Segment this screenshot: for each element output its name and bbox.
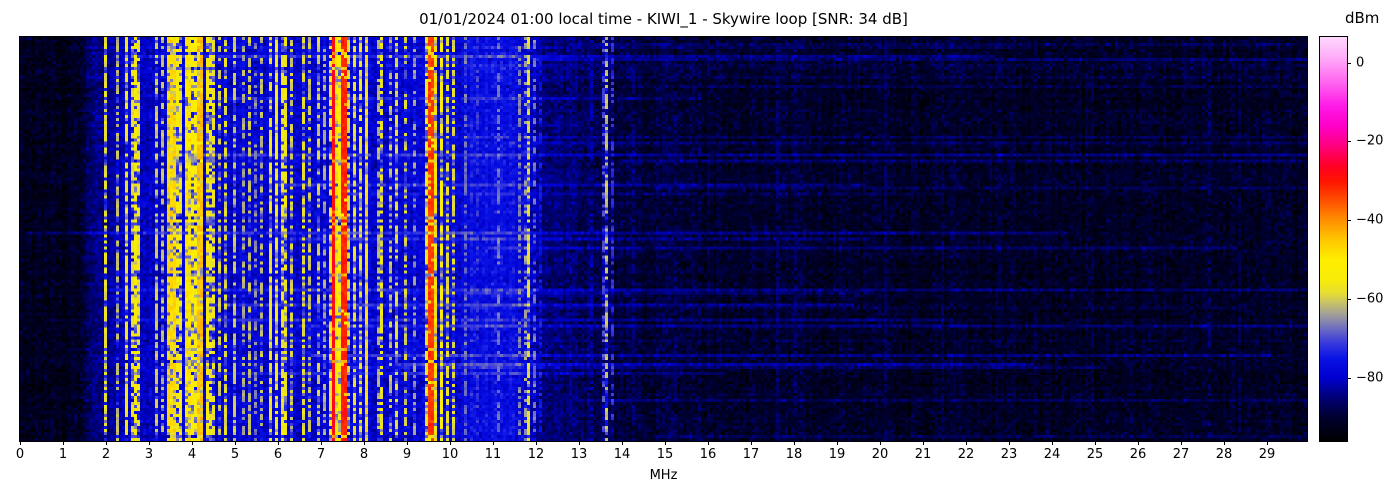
spectrogram-heatmap xyxy=(20,37,1307,441)
x-tick-mark xyxy=(966,441,967,445)
x-tick-label: 27 xyxy=(1173,447,1190,462)
x-tick-label: 7 xyxy=(317,447,325,462)
colorbar-tick-label: −20 xyxy=(1356,134,1383,149)
colorbar-unit-label: dBm xyxy=(1345,9,1379,27)
x-tick-mark xyxy=(20,441,21,445)
x-tick-mark xyxy=(1009,441,1010,445)
x-tick-label: 29 xyxy=(1259,447,1276,462)
x-tick-mark xyxy=(63,441,64,445)
chart-title: 01/01/2024 01:00 local time - KIWI_1 - S… xyxy=(20,9,1307,29)
x-tick-mark xyxy=(880,441,881,445)
x-tick-label: 21 xyxy=(915,447,932,462)
x-tick-label: 1 xyxy=(59,447,67,462)
x-tick-label: 20 xyxy=(872,447,889,462)
x-tick-label: 28 xyxy=(1216,447,1233,462)
x-tick-mark xyxy=(192,441,193,445)
x-tick-mark xyxy=(1224,441,1225,445)
x-tick-mark xyxy=(1181,441,1182,445)
x-tick-label: 0 xyxy=(16,447,24,462)
x-tick-label: 8 xyxy=(360,447,368,462)
x-tick-mark xyxy=(106,441,107,445)
x-tick-mark xyxy=(665,441,666,445)
colorbar-tick-label: −40 xyxy=(1356,213,1383,228)
x-tick-mark xyxy=(837,441,838,445)
x-tick-label: 22 xyxy=(958,447,975,462)
x-tick-label: 16 xyxy=(700,447,717,462)
x-tick-label: 14 xyxy=(614,447,631,462)
x-tick-mark xyxy=(364,441,365,445)
x-tick-label: 17 xyxy=(743,447,760,462)
x-tick-label: 11 xyxy=(485,447,502,462)
x-tick-mark xyxy=(1052,441,1053,445)
x-tick-mark xyxy=(407,441,408,445)
colorbar-gradient xyxy=(1320,37,1347,441)
x-tick-mark xyxy=(536,441,537,445)
colorbar-tick-label: −80 xyxy=(1356,370,1383,385)
colorbar-tick-mark xyxy=(1347,220,1351,221)
x-tick-mark xyxy=(579,441,580,445)
x-tick-mark xyxy=(450,441,451,445)
x-tick-mark xyxy=(622,441,623,445)
x-tick-mark xyxy=(321,441,322,445)
colorbar-tick-mark xyxy=(1347,299,1351,300)
x-tick-mark xyxy=(1095,441,1096,445)
x-tick-label: 4 xyxy=(188,447,196,462)
x-tick-mark xyxy=(794,441,795,445)
x-tick-label: 10 xyxy=(442,447,459,462)
x-tick-label: 2 xyxy=(102,447,110,462)
x-tick-mark xyxy=(149,441,150,445)
colorbar-tick-mark xyxy=(1347,141,1351,142)
x-tick-label: 13 xyxy=(571,447,588,462)
colorbar-tick-label: 0 xyxy=(1356,55,1364,70)
x-tick-mark xyxy=(278,441,279,445)
x-tick-label: 18 xyxy=(786,447,803,462)
x-tick-label: 12 xyxy=(528,447,545,462)
x-tick-label: 26 xyxy=(1130,447,1147,462)
x-tick-mark xyxy=(235,441,236,445)
colorbar-tick-mark xyxy=(1347,378,1351,379)
colorbar-tick-mark xyxy=(1347,63,1351,64)
x-tick-label: 23 xyxy=(1001,447,1018,462)
x-tick-label: 15 xyxy=(657,447,674,462)
colorbar-tick-label: −60 xyxy=(1356,292,1383,307)
x-axis-label: MHz xyxy=(20,468,1307,484)
x-tick-label: 19 xyxy=(829,447,846,462)
spectrogram-figure: 01/01/2024 01:00 local time - KIWI_1 - S… xyxy=(0,0,1400,500)
x-tick-label: 24 xyxy=(1044,447,1061,462)
x-tick-label: 6 xyxy=(274,447,282,462)
x-tick-label: 25 xyxy=(1087,447,1104,462)
x-tick-mark xyxy=(708,441,709,445)
colorbar xyxy=(1319,36,1348,442)
x-tick-label: 9 xyxy=(403,447,411,462)
x-tick-mark xyxy=(1138,441,1139,445)
x-tick-label: 5 xyxy=(231,447,239,462)
x-tick-mark xyxy=(493,441,494,445)
x-tick-mark xyxy=(923,441,924,445)
plot-area xyxy=(19,36,1308,442)
x-tick-label: 3 xyxy=(145,447,153,462)
x-tick-mark xyxy=(751,441,752,445)
x-tick-mark xyxy=(1267,441,1268,445)
